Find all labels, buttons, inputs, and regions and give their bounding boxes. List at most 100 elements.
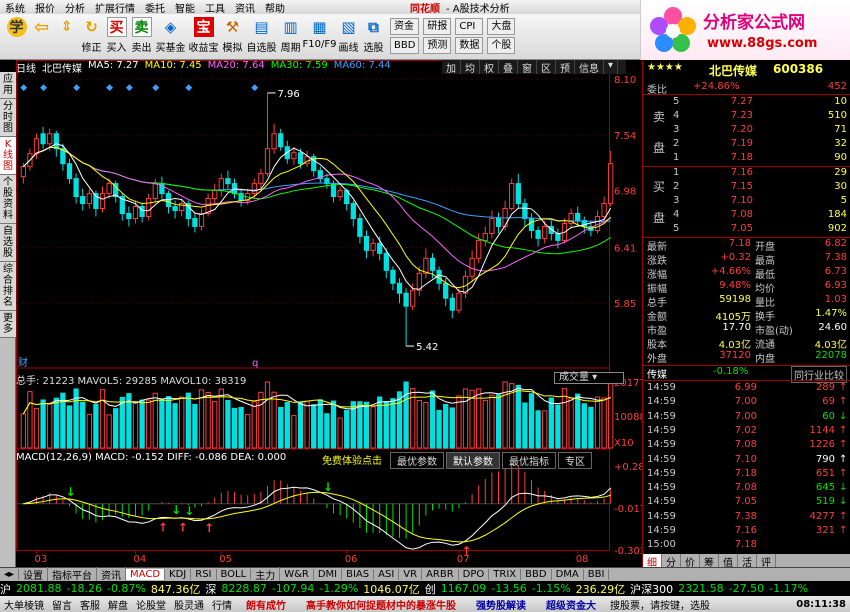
indicator-tab-0[interactable]: 设置 — [19, 567, 49, 582]
news-item-2[interactable]: 高手教你如何捉题材中的暴涨牛股 — [296, 597, 466, 612]
market-button[interactable]: 大盘 — [487, 18, 516, 35]
window-button[interactable]: 窗 — [518, 60, 537, 75]
learn-button[interactable]: 学 — [4, 14, 29, 58]
kline-chart-area[interactable]: 8.107.546.986.415.852017710088X10+0.287-… — [16, 60, 642, 567]
menu-ext-market[interactable]: 扩展行情 — [90, 0, 140, 15]
stat-row-8: 外盘 37120 内盘 22078 — [643, 350, 850, 365]
cpi-button[interactable]: CPI — [455, 18, 484, 35]
buy-fund-button[interactable]: ◈ 买基金 — [154, 14, 187, 58]
indicator-tab-13[interactable]: ARBR — [422, 569, 459, 580]
tab-scroll-icon[interactable]: ◂▸ — [0, 569, 20, 580]
indicator-tab-1[interactable]: 指标平台 — [48, 567, 98, 582]
zone-button[interactable]: 专区 — [558, 452, 592, 469]
range-button[interactable]: 区 — [537, 60, 556, 75]
tab-timeshare[interactable]: 分时图 — [0, 99, 16, 137]
period-button[interactable]: ▥ 周期 — [278, 14, 303, 58]
draw-line-button[interactable]: ▧ 画线 — [336, 14, 361, 58]
f10-icon: ▦ — [312, 18, 327, 36]
candle-body — [542, 225, 548, 239]
info-button[interactable]: 信息 — [575, 60, 604, 75]
sell-button[interactable]: 卖卖出 — [129, 14, 154, 58]
status-message[interactable]: 留言 — [48, 597, 76, 612]
status-stock-spirit[interactable]: 股灵通 — [170, 597, 208, 612]
free-trial-button[interactable]: 免费体验点击 — [316, 452, 388, 469]
tab-stock-info[interactable]: 个股资料 — [0, 175, 16, 224]
indicator-tab-5[interactable]: RSI — [191, 569, 217, 580]
fix-button[interactable]: ↻ 修正 — [79, 14, 104, 58]
status-prism[interactable]: 大单棱镜 — [0, 597, 48, 612]
buy-button[interactable]: 买买入 — [104, 14, 129, 58]
indicator-tab-16[interactable]: BBD — [521, 569, 552, 580]
detail-tab-5[interactable]: 活 — [738, 554, 757, 569]
news-item-3[interactable]: 强势股解读 — [466, 597, 536, 612]
indicator-tab-12[interactable]: VR — [399, 569, 423, 580]
menu-quote[interactable]: 报价 — [30, 0, 60, 15]
indicator-tab-6[interactable]: BOLL — [217, 569, 252, 580]
forecast-kline-button[interactable]: 预 — [556, 60, 575, 75]
status-forum[interactable]: 论股堂 — [132, 597, 170, 612]
status-quotes[interactable]: 行情 — [208, 597, 236, 612]
watchlist-button[interactable]: ▤ 自选股 — [245, 14, 278, 58]
menu-smart[interactable]: 智能 — [170, 0, 200, 15]
nav-updown-button[interactable]: ⇕ — [54, 14, 79, 58]
best-params-button[interactable]: 最优参数 — [390, 452, 444, 469]
menu-system[interactable]: 系统 — [0, 0, 30, 15]
indicator-tab-15[interactable]: TRIX — [489, 569, 522, 580]
indicator-tab-4[interactable]: KDJ — [165, 569, 192, 580]
indicator-tab-7[interactable]: 主力 — [251, 567, 281, 582]
volume-bar — [330, 400, 337, 449]
menu-help[interactable]: 帮助 — [260, 0, 290, 15]
indicator-tab-10[interactable]: BIAS — [342, 569, 375, 580]
best-indicator-button[interactable]: 最优指标 — [502, 452, 556, 469]
default-params-button[interactable]: 默认参数 — [446, 452, 500, 469]
tab-ranking[interactable]: 综合排名 — [0, 262, 16, 311]
indicator-tab-8[interactable]: W&R — [280, 569, 314, 580]
add-indicator-button[interactable]: 加 — [442, 60, 461, 75]
average-button[interactable]: 均 — [461, 60, 480, 75]
overlay-button[interactable]: 叠 — [499, 60, 518, 75]
menu-trade[interactable]: 委托 — [140, 0, 170, 15]
indicator-tab-9[interactable]: DMI — [314, 569, 343, 580]
tab-kline[interactable]: K线图 — [0, 137, 16, 175]
detail-tab-4[interactable]: 值 — [719, 554, 738, 569]
detail-tab-0[interactable]: 细 — [643, 554, 662, 569]
detail-tab-3[interactable]: 筹 — [700, 554, 719, 569]
search-hint[interactable]: 搜股票，请按键，选股 — [606, 597, 714, 612]
indicator-tab-3[interactable]: MACD — [126, 569, 166, 580]
detail-tab-1[interactable]: 分 — [662, 554, 681, 569]
logo-title: 分析家公式网 — [703, 13, 805, 33]
rights-button[interactable]: 权 — [480, 60, 499, 75]
dropdown-icon[interactable]: ▾ — [604, 60, 619, 74]
candle-body — [40, 133, 46, 145]
status-analysis[interactable]: 解盘 — [104, 597, 132, 612]
data-button[interactable]: 数据 — [455, 37, 484, 54]
indicator-tab-14[interactable]: DPO — [459, 569, 490, 580]
stock-button[interactable]: 个股 — [487, 37, 516, 54]
ma10-label: MA10: 7.45 — [144, 60, 202, 71]
capital-button[interactable]: 资金 — [390, 18, 420, 35]
indicator-tab-18[interactable]: BBI — [584, 569, 610, 580]
detail-tab-2[interactable]: 价 — [681, 554, 700, 569]
indicator-tab-17[interactable]: DMA — [552, 569, 584, 580]
news-item-4[interactable]: 超级资金大 — [536, 597, 606, 612]
stock-picker-button[interactable]: ⧉ 选股 — [361, 14, 386, 58]
volume-indicator-select[interactable]: 成交量 ▾ — [554, 372, 624, 384]
menu-tools[interactable]: 工具 — [200, 0, 230, 15]
menu-news[interactable]: 资讯 — [230, 0, 260, 15]
menu-analysis[interactable]: 分析 — [60, 0, 90, 15]
f10-button[interactable]: ▦ F10/F9 — [303, 14, 337, 58]
indicator-tab-2[interactable]: 资讯 — [97, 567, 127, 582]
tab-watchlist[interactable]: 自选股 — [0, 224, 16, 262]
indicator-tab-11[interactable]: ASI — [374, 569, 400, 580]
tab-apps[interactable]: 应用 — [0, 72, 16, 99]
forecast-button[interactable]: 预测 — [423, 37, 452, 54]
tab-more[interactable]: 更多 — [0, 311, 16, 338]
research-button[interactable]: 研报 — [423, 18, 452, 35]
bbd-button[interactable]: BBD — [390, 37, 420, 54]
status-service[interactable]: 客服 — [76, 597, 104, 612]
simulate-button[interactable]: ⚒ 模拟 — [220, 14, 245, 58]
detail-tab-6[interactable]: 评 — [757, 554, 776, 569]
news-item-1[interactable]: 朗有成竹 — [236, 597, 296, 612]
income-treasure-button[interactable]: 宝收益宝 — [187, 14, 220, 58]
back-button[interactable]: ⇦ — [29, 14, 54, 58]
